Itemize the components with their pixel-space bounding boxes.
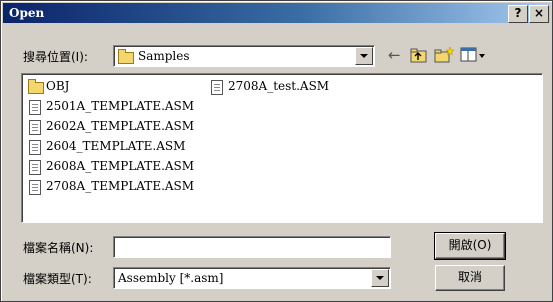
list-item[interactable]: 2608A_TEMPLATE.ASM [28, 157, 194, 175]
open-button[interactable]: 開啟(O) [434, 232, 506, 260]
document-icon [210, 79, 224, 95]
list-item[interactable]: 2604_TEMPLATE.ASM [28, 137, 185, 155]
file-name-input[interactable] [113, 236, 391, 258]
view-menu-icon [460, 47, 485, 62]
window-title: Open [9, 6, 45, 20]
list-item-folder[interactable]: OBJ [28, 77, 69, 95]
file-type-value: Assembly [*.asm] [118, 271, 224, 285]
title-bar[interactable]: Open ? × [3, 3, 550, 23]
document-icon [28, 99, 42, 115]
file-type-dropdown-button[interactable] [371, 269, 389, 287]
file-type-label: 檔案類型(T): [23, 272, 92, 286]
look-in-label: 搜尋位置(I): [23, 50, 88, 64]
folder-icon [118, 49, 134, 64]
list-item-label: 2708A_test.ASM [228, 79, 330, 93]
folder-icon [28, 78, 44, 94]
open-dialog: Open ? × 搜尋位置(I): Samples ← OBJ 2501A_TE… [0, 0, 553, 302]
list-item[interactable]: 2501A_TEMPLATE.ASM [28, 97, 194, 115]
document-icon [28, 159, 42, 175]
list-item-label: 2602A_TEMPLATE.ASM [46, 119, 195, 133]
new-folder-button[interactable] [433, 46, 455, 66]
document-icon [28, 139, 42, 155]
list-item-label: 2608A_TEMPLATE.ASM [46, 159, 195, 173]
back-button[interactable]: ← [385, 46, 407, 66]
file-list[interactable]: OBJ 2501A_TEMPLATE.ASM 2602A_TEMPLATE.AS… [21, 73, 543, 223]
cancel-button[interactable]: 取消 [435, 265, 505, 291]
view-menu-button[interactable] [459, 46, 487, 66]
list-item[interactable]: 2708A_TEMPLATE.ASM [28, 177, 194, 195]
list-item[interactable]: 2602A_TEMPLATE.ASM [28, 117, 194, 135]
up-folder-button[interactable] [409, 46, 431, 66]
list-item-label: 2604_TEMPLATE.ASM [46, 139, 186, 153]
look-in-dropdown-button[interactable] [355, 47, 373, 65]
document-icon [28, 119, 42, 135]
new-folder-icon [434, 46, 455, 63]
document-icon [28, 179, 42, 195]
list-item[interactable]: 2708A_test.ASM [210, 77, 329, 95]
close-button[interactable]: × [529, 5, 549, 23]
help-button[interactable]: ? [508, 5, 528, 23]
file-name-label: 檔案名稱(N): [23, 241, 94, 255]
list-item-label: 2708A_TEMPLATE.ASM [46, 179, 195, 193]
list-item-label: OBJ [46, 79, 70, 93]
list-item-label: 2501A_TEMPLATE.ASM [46, 99, 195, 113]
look-in-combo[interactable]: Samples [113, 45, 375, 67]
look-in-value: Samples [138, 49, 190, 63]
back-arrow-icon: ← [388, 46, 401, 64]
file-type-combo[interactable]: Assembly [*.asm] [113, 267, 391, 289]
up-folder-icon [410, 48, 427, 63]
